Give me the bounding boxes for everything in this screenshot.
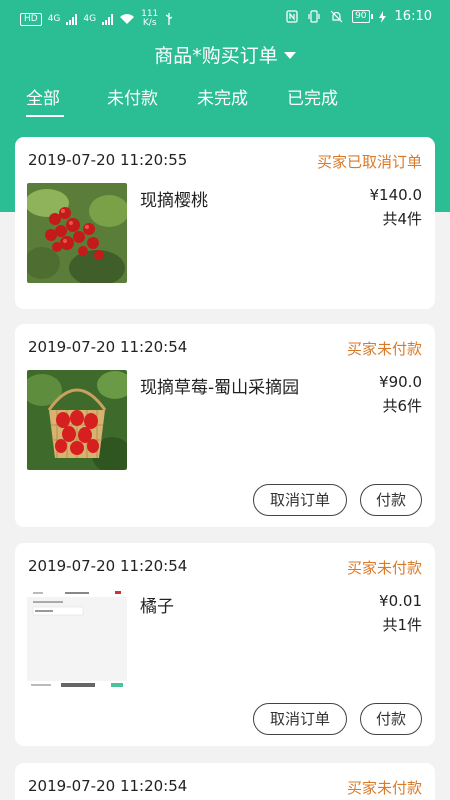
order-status: 买家未付款	[346, 779, 422, 797]
net-speed-unit: K/s	[142, 18, 157, 28]
tab-bar: 全部 未付款 未完成 已完成	[0, 84, 450, 120]
product-thumbnail-strawberry[interactable]	[27, 370, 127, 470]
product-name[interactable]: 橘子	[140, 592, 174, 617]
nfc-icon	[286, 10, 298, 23]
tab-completed[interactable]: 已完成	[287, 84, 338, 109]
status-bar: HD 4G 4G 111 K/s 90 16:10	[0, 0, 450, 36]
tab-all[interactable]: 全部	[26, 84, 60, 109]
order-actions: 取消订单 付款	[15, 703, 435, 735]
usb-icon	[165, 13, 173, 25]
network-type-2: 4G	[83, 13, 97, 24]
vibrate-icon	[308, 10, 320, 23]
tab-unpaid[interactable]: 未付款	[107, 84, 158, 109]
signal-icon	[66, 13, 78, 25]
order-status: 买家已取消订单	[316, 153, 422, 171]
order-card[interactable]: 2019-07-20 11:20:54 买家未付款	[15, 763, 435, 800]
net-speed: 111 K/s	[141, 10, 158, 28]
status-bar-right: 90 16:10	[286, 9, 432, 24]
pay-button[interactable]: 付款	[360, 484, 422, 516]
product-price: ¥140.0	[369, 186, 423, 204]
product-quantity: 共6件	[382, 397, 422, 415]
tab-incomplete[interactable]: 未完成	[197, 84, 248, 109]
product-quantity: 共1件	[382, 616, 422, 634]
product-quantity: 共4件	[382, 210, 422, 228]
order-time: 2019-07-20 11:20:54	[28, 777, 188, 795]
tab-active-indicator	[26, 115, 64, 117]
order-status: 买家未付款	[346, 559, 422, 577]
order-card[interactable]: 2019-07-20 11:20:55 买家已取消订单 现摘樱桃 ¥140.0 …	[15, 137, 435, 309]
wifi-icon	[120, 14, 135, 24]
cancel-order-button[interactable]: 取消订单	[253, 484, 347, 516]
hd-badge: HD	[20, 12, 42, 26]
order-status: 买家未付款	[346, 340, 422, 358]
product-price: ¥90.0	[379, 373, 422, 391]
chevron-down-icon	[283, 51, 296, 59]
product-thumbnail-cherry[interactable]	[27, 183, 127, 283]
product-name[interactable]: 现摘樱桃	[140, 186, 208, 211]
page-title: 商品*购买订单	[154, 44, 278, 67]
battery-icon: 90	[352, 10, 374, 23]
order-card[interactable]: 2019-07-20 11:20:54 买家未付款 现摘草莓-蜀山采摘园 ¥90…	[15, 324, 435, 527]
order-time: 2019-07-20 11:20:54	[28, 557, 188, 575]
pay-button[interactable]: 付款	[360, 703, 422, 735]
mute-icon	[330, 10, 343, 23]
cancel-order-button[interactable]: 取消订单	[253, 703, 347, 735]
charging-icon	[378, 10, 386, 23]
product-name[interactable]: 现摘草莓-蜀山采摘园	[140, 373, 299, 398]
status-bar-left: HD 4G 4G 111 K/s	[20, 10, 174, 28]
order-card[interactable]: 2019-07-20 11:20:54 买家未付款 橘子 ¥0.01 共1件 取…	[15, 543, 435, 746]
signal-icon	[102, 13, 114, 25]
product-thumbnail-screenshot[interactable]	[27, 589, 127, 689]
order-time: 2019-07-20 11:20:55	[28, 151, 188, 169]
page-title-dropdown[interactable]: 商品*购买订单	[0, 38, 450, 70]
network-type-1: 4G	[47, 13, 61, 24]
order-time: 2019-07-20 11:20:54	[28, 338, 188, 356]
order-actions: 取消订单 付款	[15, 484, 435, 516]
product-price: ¥0.01	[379, 592, 422, 610]
clock: 16:10	[394, 9, 432, 24]
